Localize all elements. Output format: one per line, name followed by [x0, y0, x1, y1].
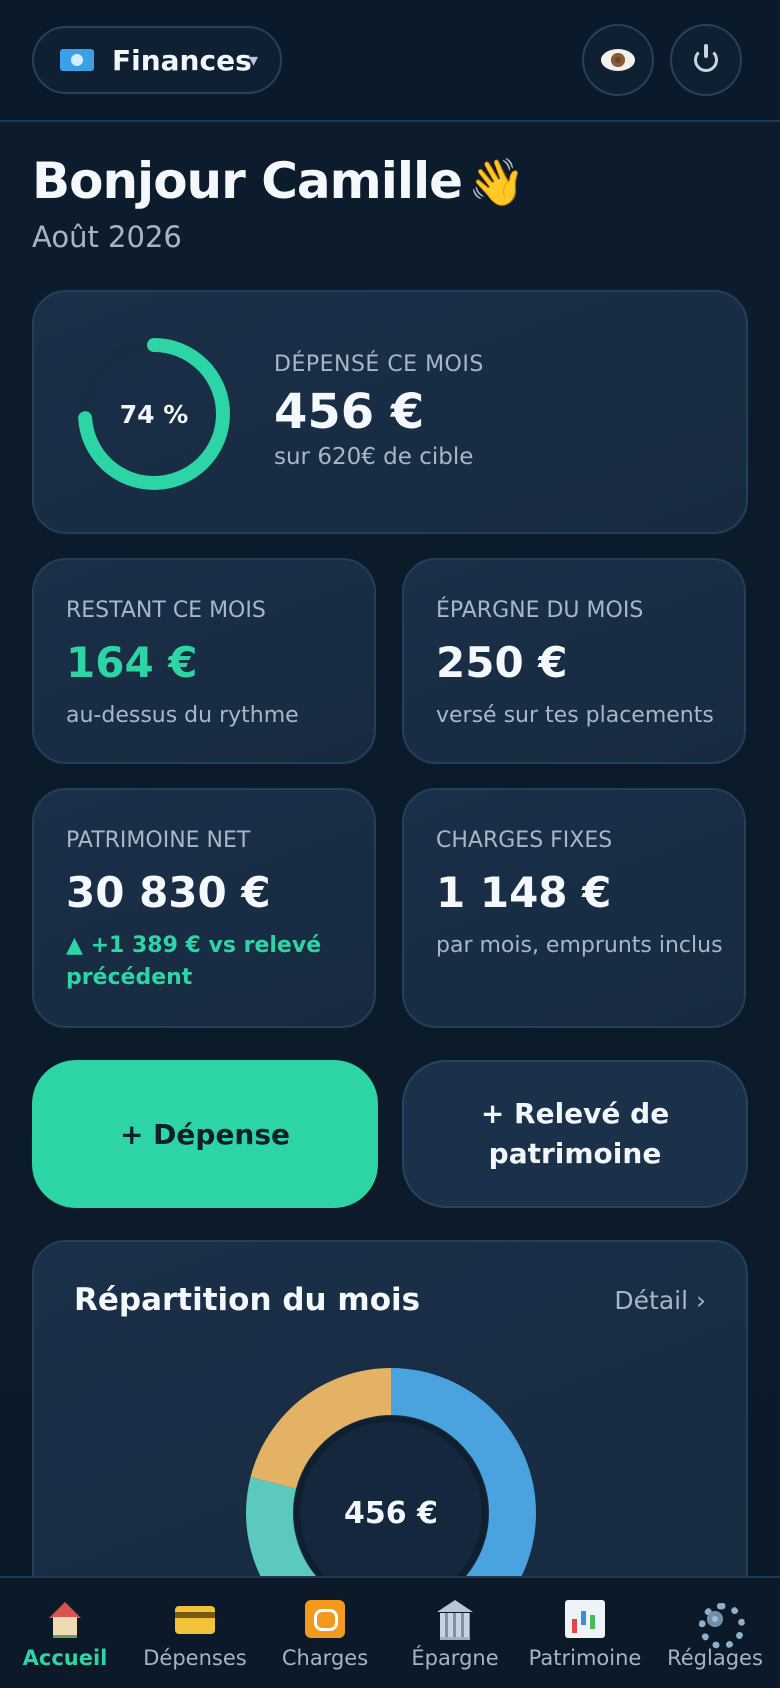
networth-change: ▲ +1 389 € vs relevé précédent [66, 933, 322, 990]
top-bar: Finances ▾ [0, 0, 780, 122]
logout-button[interactable] [670, 24, 742, 96]
add-expense-button[interactable]: + Dépense [32, 1060, 378, 1208]
credit-card-icon [175, 1600, 215, 1638]
house-icon [45, 1600, 85, 1638]
nav-item-patrimoine[interactable]: Patrimoine [520, 1578, 650, 1688]
chevron-down-icon: ▾ [248, 50, 258, 71]
breakdown-detail-link[interactable]: Détail › [614, 1286, 706, 1315]
page-title: Bonjour Camille 👋 [32, 152, 525, 210]
spent-amount: 456 € [274, 384, 425, 440]
fixed-charges-sub: par mois, emprunts inclus [436, 933, 723, 958]
nav-label: Réglages [667, 1646, 763, 1670]
repeat-icon [305, 1600, 345, 1638]
networth-amount: 30 830 € [66, 868, 271, 917]
bottom-navigation: Accueil Dépenses Charges Épargne Patrimo… [0, 1576, 780, 1688]
savings-card[interactable]: ÉPARGNE DU MOIS 250 € versé sur tes plac… [402, 558, 746, 764]
gear-icon [695, 1600, 745, 1649]
savings-sub: versé sur tes placements [436, 703, 714, 728]
waving-hand-icon: 👋 [468, 155, 525, 209]
money-icon [60, 49, 94, 71]
spent-percent-label: 74 % [119, 399, 189, 429]
bar-chart-icon [565, 1600, 605, 1638]
nav-label: Patrimoine [528, 1646, 642, 1670]
spent-caption: DÉPENSÉ CE MOIS [274, 352, 484, 377]
fixed-charges-amount: 1 148 € [436, 868, 612, 917]
savings-caption: ÉPARGNE DU MOIS [436, 598, 644, 623]
power-icon [694, 44, 718, 72]
spent-target: sur 620€ de cible [274, 444, 474, 470]
remaining-caption: RESTANT CE MOIS [66, 598, 266, 623]
nav-item-charges[interactable]: Charges [260, 1578, 390, 1688]
fixed-charges-caption: CHARGES FIXES [436, 828, 613, 853]
nav-label: Épargne [411, 1646, 499, 1670]
greeting-text: Bonjour Camille [32, 152, 463, 210]
eye-icon [601, 49, 635, 71]
networth-card[interactable]: PATRIMOINE NET 30 830 € ▲ +1 389 € vs re… [32, 788, 376, 1028]
nav-label: Dépenses [143, 1646, 247, 1670]
account-switcher[interactable]: Finances ▾ [32, 26, 282, 94]
remaining-card[interactable]: RESTANT CE MOIS 164 € au-dessus du rythm… [32, 558, 376, 764]
add-statement-button[interactable]: + Relevé de patrimoine [402, 1060, 748, 1208]
app-root: Finances ▾ Bonjour Camille 👋 Août 2026 74… [0, 0, 780, 1688]
savings-amount: 250 € [436, 638, 568, 687]
remaining-sub: au-dessus du rythme [66, 703, 299, 728]
account-switcher-label: Finances [112, 43, 252, 77]
fixed-charges-card[interactable]: CHARGES FIXES 1 148 € par mois, emprunts… [402, 788, 746, 1028]
spent-summary-card: 74 % DÉPENSÉ CE MOIS 456 € sur 620€ de c… [32, 290, 748, 534]
nav-item-reglages[interactable]: Réglages [650, 1578, 780, 1688]
nav-item-accueil[interactable]: Accueil [0, 1578, 130, 1688]
remaining-amount: 164 € [66, 638, 198, 687]
nav-label: Charges [281, 1646, 369, 1670]
nav-label: Accueil [22, 1646, 108, 1670]
nav-item-epargne[interactable]: Épargne [390, 1578, 520, 1688]
nav-item-depenses[interactable]: Dépenses [130, 1578, 260, 1688]
bank-icon [435, 1600, 475, 1640]
networth-caption: PATRIMOINE NET [66, 828, 251, 853]
current-month: Août 2026 [32, 220, 182, 254]
breakdown-title: Répartition du mois [74, 1282, 421, 1318]
toggle-visibility-button[interactable] [582, 24, 654, 96]
